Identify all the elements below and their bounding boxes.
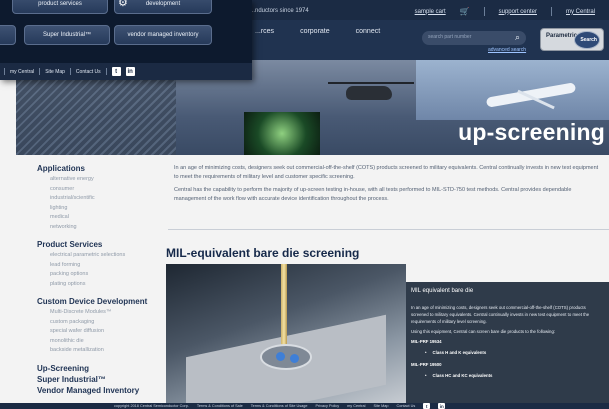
overlay-site-map-link[interactable]: Site Map xyxy=(45,69,65,75)
utility-links: sample cart 🛒 support center my Central xyxy=(415,7,595,16)
twitter-icon[interactable]: t xyxy=(423,403,431,409)
sidebar-link-vmi[interactable]: Vendor Managed Inventory xyxy=(37,386,167,397)
parametric-label: Parametric xyxy=(546,33,578,39)
development-label: development xyxy=(145,1,181,7)
footer-links: copyright 2018 Central Semiconductor Cor… xyxy=(114,403,446,409)
cart-icon[interactable]: 🛒 xyxy=(460,7,470,16)
card-spec: MIL-PRF 19500 xyxy=(411,362,442,367)
card-spec-item: Class HC and KC equivalents xyxy=(425,373,601,378)
sidebar-item[interactable]: industrial/scientific xyxy=(50,194,167,204)
divider xyxy=(483,7,485,16)
divider xyxy=(168,229,609,230)
footer-link[interactable]: Terms & Conditions of Sale xyxy=(197,404,243,408)
footer-link[interactable]: Contact Us xyxy=(396,404,415,408)
photo-die-pad xyxy=(276,352,285,361)
info-card: MIL equivalent bare die In an age of min… xyxy=(406,282,609,403)
overlay-my-central-link[interactable]: my Central xyxy=(10,69,34,75)
menu-tile-product-services[interactable]: product services xyxy=(12,0,108,14)
tagline: ...nductors since 1974 xyxy=(250,8,309,14)
parametric-search-button[interactable]: Parametric Search xyxy=(540,28,604,51)
sidebar-item[interactable]: networking xyxy=(50,223,167,233)
intro-paragraph: In an age of minimizing costs, designers… xyxy=(174,165,599,180)
overlay-contact-link[interactable]: Contact Us xyxy=(76,69,101,75)
nav-connect[interactable]: connect xyxy=(356,28,381,35)
divider xyxy=(4,68,5,75)
menu-tile-vmi[interactable]: vendor managed inventory xyxy=(114,25,212,45)
gear-icon: ⚙ xyxy=(118,0,128,9)
card-spec: MIL-PRF 19534 xyxy=(411,339,442,344)
card-paragraph: In an age of minimizing costs, designers… xyxy=(411,305,590,324)
sidebar-link-super-industrial[interactable]: Super Industrial™ xyxy=(37,375,167,386)
search-input[interactable]: search part number ⌕ xyxy=(422,31,526,45)
sidebar-item[interactable]: backside metallization xyxy=(50,346,167,356)
search-placeholder: search part number xyxy=(428,34,472,40)
hero-sky-image xyxy=(416,60,609,120)
photo-die xyxy=(260,344,312,370)
my-central-link[interactable]: my Central xyxy=(566,9,595,15)
sidebar-item[interactable]: Multi-Discrete Modules™ xyxy=(50,308,167,318)
bare-die-photo xyxy=(166,264,406,403)
footer-link[interactable]: Terms & Conditions of Site Usage xyxy=(251,404,308,408)
card-spec-item: Class H and K equivalents xyxy=(425,350,601,355)
sidebar-item[interactable]: consumer xyxy=(50,185,167,195)
divider xyxy=(105,68,107,75)
mega-menu-overlay: product services development ⚙ Super Ind… xyxy=(0,0,252,80)
sidebar-item[interactable]: alternative energy xyxy=(50,175,167,185)
twitter-icon[interactable]: t xyxy=(111,67,121,76)
advanced-search-link[interactable]: advanced search xyxy=(488,47,526,53)
footer-link[interactable]: my Central xyxy=(347,404,365,408)
helicopter-rotor xyxy=(328,82,414,84)
sidebar-item[interactable]: medical xyxy=(50,213,167,223)
footer-link[interactable]: Privacy Policy xyxy=(316,404,340,408)
parametric-badge-label: Search xyxy=(580,37,597,43)
sidebar-heading-product-services[interactable]: Product Services xyxy=(37,240,167,249)
menu-tile-super-industrial[interactable]: Super Industrial™ xyxy=(24,25,110,45)
card-paragraph: Using this equipment, Central can screen… xyxy=(411,329,556,334)
sidebar-item[interactable]: plating options xyxy=(50,280,167,290)
sidebar-item[interactable]: lighting xyxy=(50,204,167,214)
sidebar: Applications alternative energy consumer… xyxy=(37,164,167,397)
sidebar-item[interactable]: custom packaging xyxy=(50,318,167,328)
main-nav: ...rces corporate connect xyxy=(255,28,380,35)
sidebar-item[interactable]: special wafer diffusion xyxy=(50,327,167,337)
linkedin-icon[interactable]: in xyxy=(438,403,446,409)
linkedin-icon[interactable]: in xyxy=(125,67,135,76)
sidebar-item[interactable]: monolithic die xyxy=(50,337,167,347)
sidebar-heading-custom-device[interactable]: Custom Device Development xyxy=(37,297,167,306)
menu-tile-development[interactable]: development xyxy=(114,0,212,14)
card-title: MIL equivalent bare die xyxy=(411,288,474,294)
sidebar-item[interactable]: lead forming xyxy=(50,261,167,271)
overlay-footer: my Central Site Map Contact Us t in xyxy=(0,63,252,80)
divider xyxy=(69,68,71,75)
support-center-link[interactable]: support center xyxy=(499,9,537,15)
photo-die-pad xyxy=(290,354,299,363)
page: { "header": { "tagline": "...nductors si… xyxy=(0,0,609,409)
sidebar-item[interactable]: packing options xyxy=(50,270,167,280)
hero-circuit-image xyxy=(16,80,176,155)
nav-corporate[interactable]: corporate xyxy=(300,28,330,35)
helicopter-image xyxy=(346,86,392,100)
sidebar-link-up-screening[interactable]: Up-Screening xyxy=(37,364,167,375)
menu-tile-partial[interactable] xyxy=(0,25,16,45)
sidebar-item[interactable]: electrical parametric selections xyxy=(50,251,167,261)
hero-night-vision-image xyxy=(244,112,320,155)
search-icon[interactable]: ⌕ xyxy=(515,32,520,43)
capability-paragraph: Central has the capability to perform th… xyxy=(174,187,572,202)
footer-link[interactable]: Site Map xyxy=(374,404,389,408)
main-content: In an age of minimizing costs, designers… xyxy=(174,164,602,208)
copyright: copyright 2018 Central Semiconductor Cor… xyxy=(114,404,189,408)
photo-probe xyxy=(281,264,287,346)
page-title: up-screening xyxy=(458,119,605,145)
nav-resources[interactable]: ...rces xyxy=(255,28,274,35)
divider xyxy=(550,7,552,16)
section-title: MIL-equivalent bare die screening xyxy=(166,246,360,260)
sidebar-heading-applications[interactable]: Applications xyxy=(37,164,167,173)
divider xyxy=(39,68,41,75)
sample-cart-link[interactable]: sample cart xyxy=(415,9,446,15)
